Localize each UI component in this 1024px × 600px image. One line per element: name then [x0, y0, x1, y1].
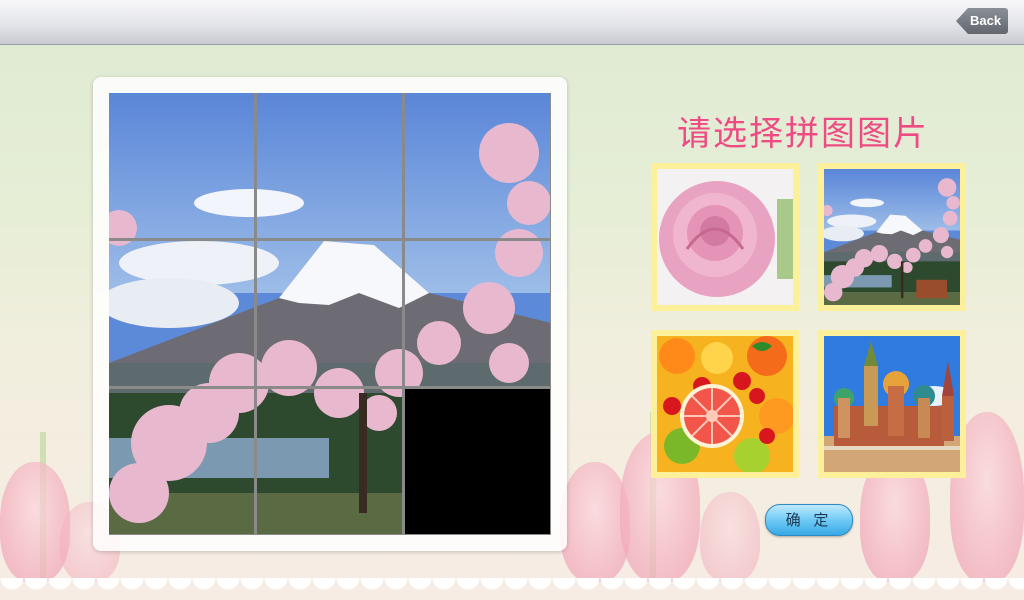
- puzzle-board: [109, 93, 551, 535]
- puzzle-tile-5[interactable]: [257, 241, 402, 386]
- top-bar: Back: [0, 0, 1024, 45]
- puzzle-tile-2[interactable]: [257, 93, 402, 238]
- confirm-button[interactable]: 确 定: [765, 504, 853, 536]
- back-button[interactable]: Back: [956, 8, 1008, 34]
- puzzle-tile-4[interactable]: [109, 241, 254, 386]
- back-label: Back: [970, 13, 1002, 28]
- puzzle-empty-slot[interactable]: [405, 389, 550, 534]
- thumb-st-basils-cathedral[interactable]: [818, 330, 966, 478]
- puzzle-tile-3[interactable]: [405, 93, 550, 238]
- puzzle-tile-6[interactable]: [405, 241, 550, 386]
- puzzle-tile-7[interactable]: [109, 389, 254, 534]
- thumb-mount-fuji[interactable]: [818, 163, 966, 311]
- thumb-fruits[interactable]: [651, 330, 799, 478]
- puzzle-tile-8[interactable]: [257, 389, 402, 534]
- puzzle-tile-1[interactable]: [109, 93, 254, 238]
- picker-title: 请选择拼图图片: [677, 114, 929, 154]
- lace-border: [0, 578, 1024, 600]
- thumb-pink-rose[interactable]: [651, 163, 799, 311]
